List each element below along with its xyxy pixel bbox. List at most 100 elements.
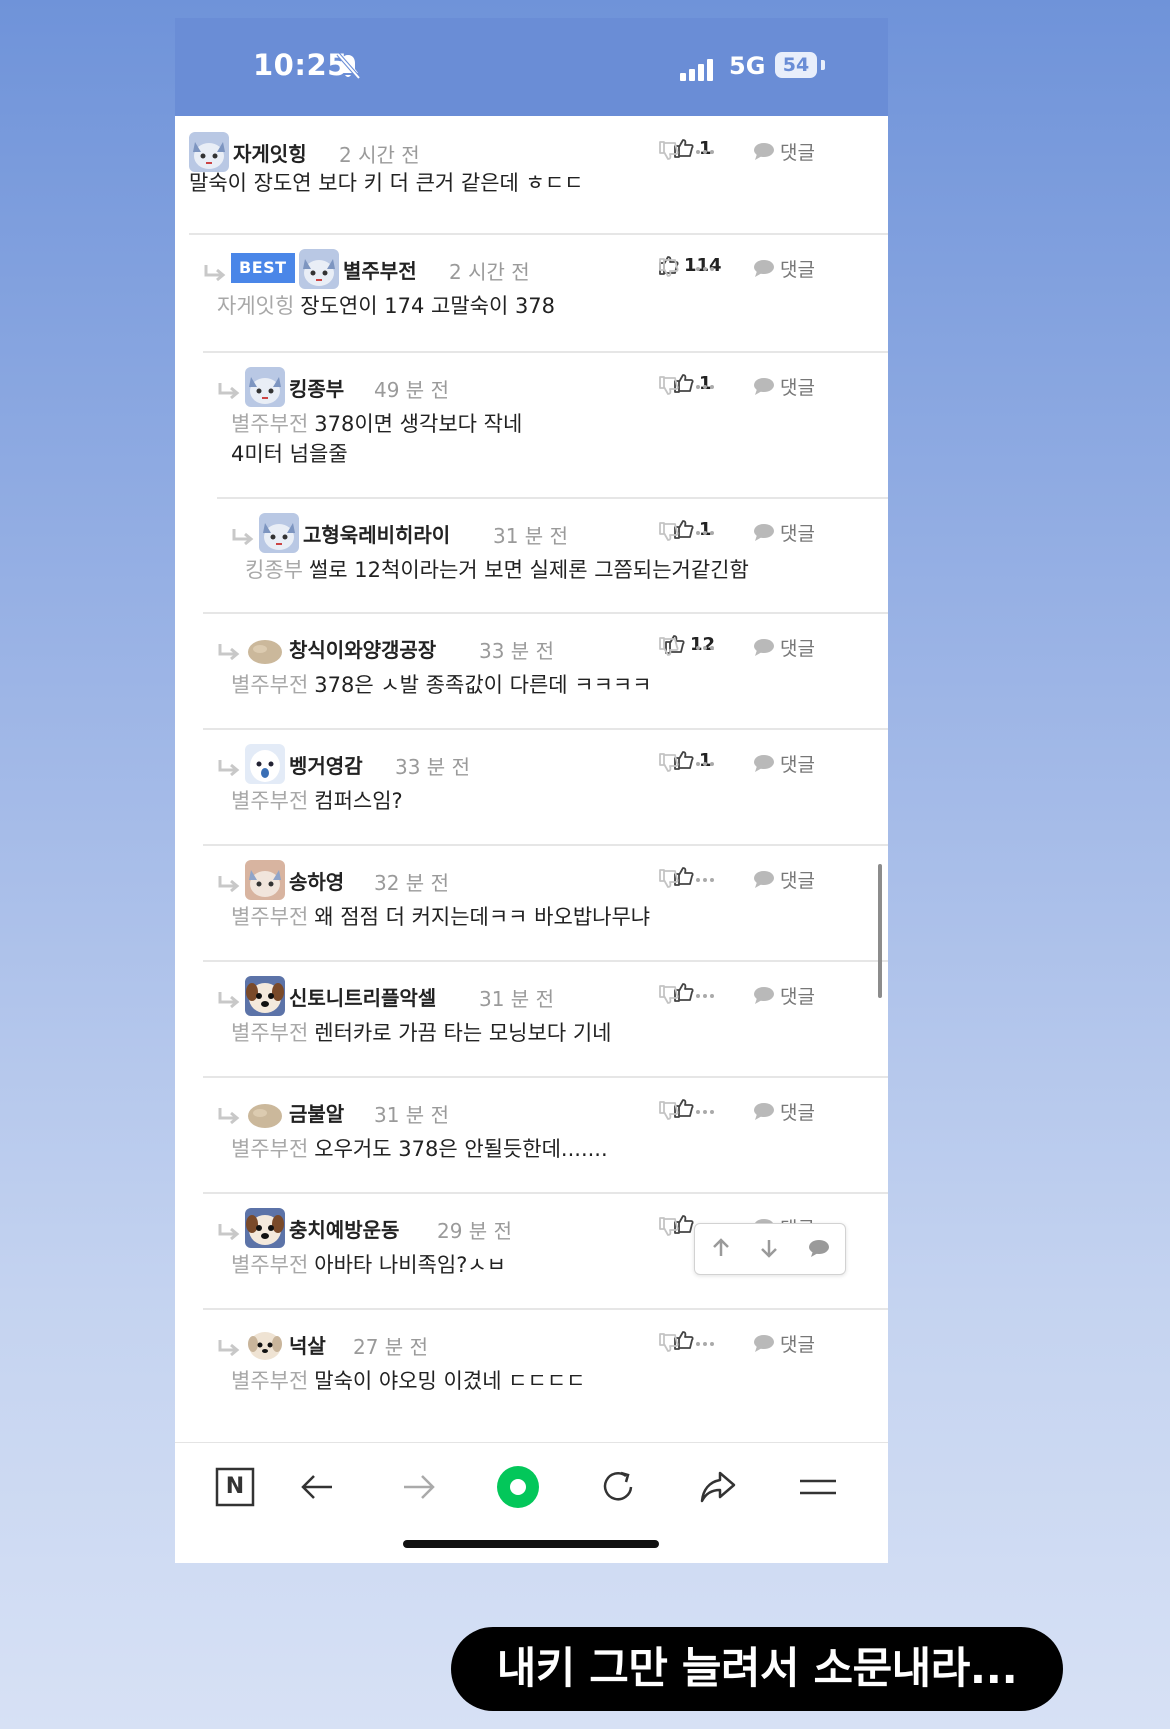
scrollbar[interactable] [878,864,882,998]
comment-item: 신토니트리플악셀 31 분 전 댓글 별주부전 렌터카로 가끔 타는 모닝보다 기네 [175,960,888,1076]
comment-body: 자게잇힝 장도연이 174 고말숙이 378 [217,291,555,321]
thumbs-down-icon[interactable] [658,635,680,659]
avatar[interactable] [245,1324,285,1364]
comment-bubble-icon [754,1335,774,1352]
avatar[interactable] [245,1092,285,1132]
comment-time: 31 분 전 [374,1103,449,1127]
more-options-icon[interactable] [696,267,716,273]
back-arrow-icon[interactable] [296,1465,340,1509]
green-dot-icon[interactable] [496,1465,540,1509]
floating-nav [694,1223,846,1275]
more-options-icon[interactable] [696,994,716,1000]
more-options-icon[interactable] [696,150,716,156]
reply-button[interactable]: 댓글 [752,254,816,281]
reply-button[interactable]: 댓글 [752,137,816,164]
reply-label: 댓글 [780,1334,815,1356]
arrow-up-icon[interactable] [709,1236,733,1260]
comment-body: 말숙이 장도연 보다 키 더 큰거 같은데 ㅎㄷㄷ [189,168,584,198]
comment-mention[interactable]: 별주부전 [231,412,308,436]
avatar[interactable] [245,367,285,407]
comment-separator [203,844,888,846]
comment-text-line2: 4미터 넘을줄 [231,442,348,466]
reply-arrow-icon [218,644,240,661]
comment-nickname[interactable]: 벵거영감 [289,750,363,779]
comment-separator [203,1076,888,1078]
comment-nickname[interactable]: 킹종부 [289,373,344,402]
comment-time: 2 시간 전 [339,143,420,167]
avatar[interactable] [245,976,285,1016]
home-indicator[interactable] [403,1540,659,1548]
forward-arrow-icon[interactable] [396,1465,440,1509]
reply-button[interactable]: 댓글 [752,981,816,1008]
avatar[interactable] [245,1208,285,1248]
reply-button[interactable]: 댓글 [752,518,816,545]
comment-nickname[interactable]: 신토니트리플악셀 [289,982,436,1011]
comment-mention[interactable]: 별주부전 [231,1137,308,1161]
thumbs-down-icon[interactable] [658,1099,680,1123]
status-time: 10:25 [253,48,348,82]
comment-nickname[interactable]: 창식이와양갱공장 [289,634,436,663]
thumbs-down-icon[interactable] [658,983,680,1007]
more-options-icon[interactable] [696,1110,716,1116]
more-options-icon[interactable] [696,646,716,652]
comment-nickname[interactable]: 넉살 [289,1330,326,1359]
more-options-icon[interactable] [696,762,716,768]
more-options-icon[interactable] [696,878,716,884]
thumbs-down-icon[interactable] [658,374,680,398]
comment-item: 송하영 32 분 전 댓글 별주부전 왜 점점 더 커지는데ㅋㅋ 바오밥나무냐 [175,844,888,960]
avatar[interactable] [245,744,285,784]
thumbs-down-icon[interactable] [658,1215,680,1239]
comment-separator [203,1192,888,1194]
comment-mention[interactable]: 별주부전 [231,673,308,697]
naver-n-label: N [225,1474,245,1499]
comment-nickname[interactable]: 충치예방운동 [289,1214,399,1243]
comment-bubble-icon [754,260,774,277]
comment-mention[interactable]: 별주부전 [231,789,308,813]
avatar[interactable] [259,513,299,553]
more-options-icon[interactable] [696,1342,716,1348]
naver-n-button[interactable]: N [213,1465,257,1509]
reply-button[interactable]: 댓글 [752,749,816,776]
more-options-icon[interactable] [696,385,716,391]
share-icon[interactable] [696,1465,740,1509]
avatar[interactable] [245,860,285,900]
network-type: 5G [729,52,766,80]
comment-nickname[interactable]: 고형욱레비히라이 [303,519,450,548]
battery-tip [821,60,825,70]
comment-mention[interactable]: 별주부전 [231,1369,308,1393]
comment-mention[interactable]: 자게잇힝 [217,294,294,318]
reply-button[interactable]: 댓글 [752,1097,816,1124]
menu-icon[interactable] [796,1465,840,1509]
comment-mention[interactable]: 킹종부 [245,558,303,582]
reply-arrow-icon [218,1340,240,1357]
reply-button[interactable]: 댓글 [752,633,816,660]
comment-nickname[interactable]: 자게잇힝 [233,138,307,167]
thumbs-down-icon[interactable] [658,139,680,163]
more-options-icon[interactable] [696,531,716,537]
thumbs-down-icon[interactable] [658,256,680,280]
comment-mention[interactable]: 별주부전 [231,1021,308,1045]
arrow-down-icon[interactable] [757,1236,781,1260]
comment-mention[interactable]: 별주부전 [231,905,308,929]
comment-nickname[interactable]: 별주부전 [343,255,417,284]
reply-button[interactable]: 댓글 [752,865,816,892]
avatar[interactable] [189,132,229,172]
comment-mention[interactable]: 별주부전 [231,1253,308,1277]
comment-nickname[interactable]: 송하영 [289,866,344,895]
comment-body: 별주부전 렌터카로 가끔 타는 모닝보다 기네 [231,1018,611,1048]
thumbs-down-icon[interactable] [658,751,680,775]
reply-button[interactable]: 댓글 [752,372,816,399]
thumbs-down-icon[interactable] [658,867,680,891]
reply-label: 댓글 [780,142,815,164]
thumbs-down-icon[interactable] [658,1331,680,1355]
thumbs-down-icon[interactable] [658,520,680,544]
refresh-icon[interactable] [596,1465,640,1509]
comment-item: 고형욱레비히라이 31 분 전 1 댓글 킹종부 썰로 12척이라는거 보면 실제론 그쯤… [175,497,888,612]
reply-button[interactable]: 댓글 [752,1329,816,1356]
avatar[interactable] [245,628,285,668]
comment-text: 말숙이 장도연 보다 키 더 큰거 같은데 ㅎㄷㄷ [189,171,584,195]
avatar[interactable] [299,249,339,289]
comment-text: 378이면 생각보다 작네 [314,412,523,436]
chat-bubble-icon[interactable] [807,1236,831,1260]
comment-nickname[interactable]: 금불알 [289,1098,344,1127]
